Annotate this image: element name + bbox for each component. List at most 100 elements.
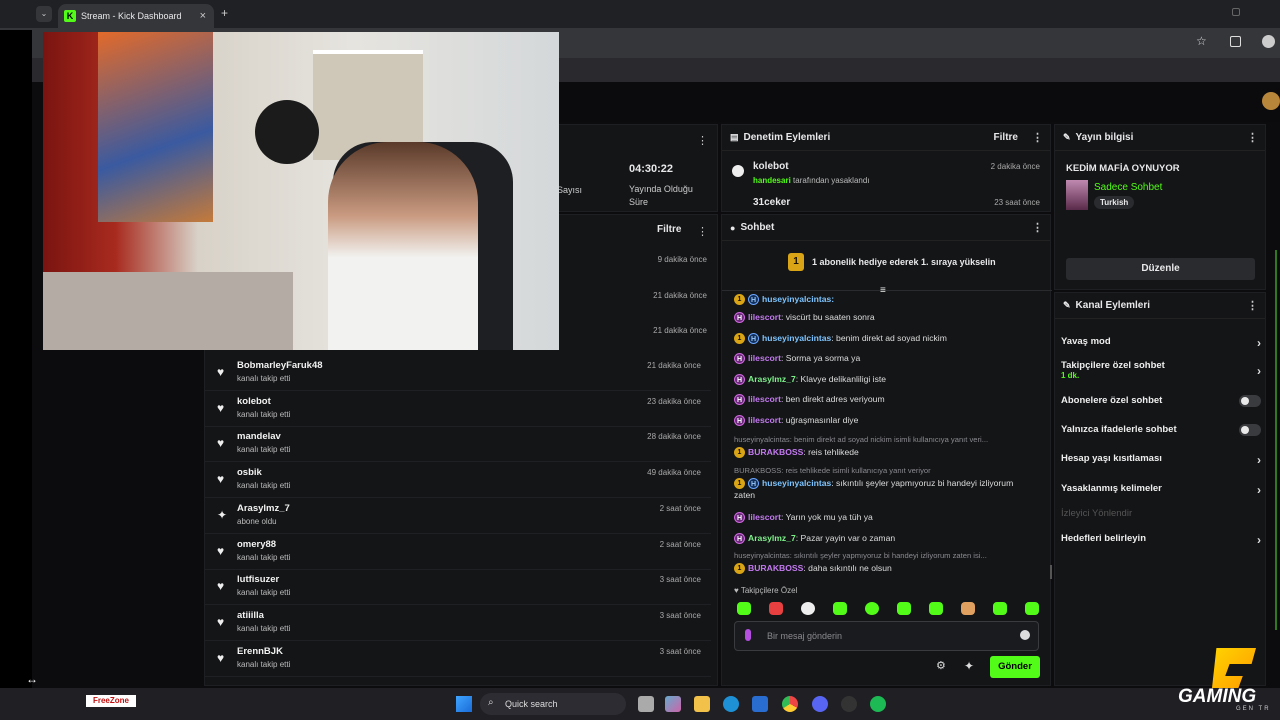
avatar[interactable] bbox=[1262, 92, 1280, 110]
emote-icon[interactable] bbox=[737, 602, 751, 615]
feed-filter-button[interactable]: Filtre bbox=[657, 224, 681, 235]
feed-username[interactable]: lutfisuzer bbox=[237, 574, 279, 585]
mod-user[interactable]: 31ceker bbox=[753, 197, 790, 208]
emote-icon[interactable] bbox=[833, 602, 847, 615]
chat-scrollbar[interactable] bbox=[1050, 565, 1052, 579]
browser-tab[interactable]: K Stream - Kick Dashboard × bbox=[58, 4, 214, 28]
file-explorer-icon[interactable] bbox=[694, 696, 710, 712]
edit-button[interactable]: Düzenle bbox=[1066, 258, 1255, 280]
emoji-icon[interactable] bbox=[1020, 630, 1030, 640]
bookmark-star-icon[interactable]: ☆ bbox=[1196, 34, 1207, 48]
obs-icon[interactable] bbox=[841, 696, 857, 712]
feed-item[interactable]: ♥ ErennBJK kanalı takip etti 3 saat önce bbox=[205, 641, 711, 677]
feed-username[interactable]: ErennBJK bbox=[237, 646, 283, 657]
subs-chat-action[interactable]: Abonelere özel sohbet bbox=[1061, 395, 1261, 407]
chat-username[interactable]: BURAKBOSS bbox=[748, 563, 803, 573]
emotes-chat-action[interactable]: Yalnızca ifadelerle sohbet bbox=[1061, 424, 1261, 436]
feed-item[interactable]: ♥ omery88 kanalı takip etti 2 saat önce bbox=[205, 534, 711, 570]
tab-close-icon[interactable]: × bbox=[200, 10, 206, 22]
chat-username[interactable]: Arasylmz_7 bbox=[748, 374, 796, 384]
channel-actions-menu-icon[interactable]: ⋮ bbox=[1247, 299, 1258, 312]
gift-leaderboard-banner[interactable]: 1 abonelik hediye ederek 1. sıraya yükse… bbox=[812, 257, 996, 267]
feed-username[interactable]: kolebot bbox=[237, 396, 271, 407]
emote-icon[interactable] bbox=[865, 602, 879, 615]
settings-gear-icon[interactable]: ⚙ bbox=[936, 659, 946, 672]
stats-menu-icon[interactable]: ⋮ bbox=[697, 131, 708, 149]
chat-username[interactable]: lilescort bbox=[748, 394, 781, 404]
feed-time: 49 dakika önce bbox=[647, 468, 701, 478]
copilot-icon[interactable] bbox=[665, 696, 681, 712]
discord-icon[interactable] bbox=[812, 696, 828, 712]
feed-menu-icon[interactable]: ⋮ bbox=[697, 222, 708, 240]
feed-item[interactable]: ✦ Arasylmz_7 abone oldu 2 saat önce bbox=[205, 498, 711, 534]
edge-icon[interactable] bbox=[723, 696, 739, 712]
age-restriction-action[interactable]: Hesap yaşı kısıtlaması › bbox=[1061, 453, 1261, 467]
chat-username[interactable]: lilescort bbox=[748, 415, 781, 425]
feed-action: kanalı takip etti bbox=[237, 552, 291, 562]
chat-username[interactable]: huseyinyalcintas: bbox=[762, 294, 834, 304]
mod-user[interactable]: kolebot bbox=[753, 161, 789, 172]
subs-chat-toggle[interactable] bbox=[1239, 395, 1261, 407]
chat-username[interactable]: BURAKBOSS bbox=[748, 447, 803, 457]
emote-icon[interactable] bbox=[993, 602, 1007, 615]
search-label: Quick search bbox=[505, 699, 558, 709]
emote-icon[interactable] bbox=[961, 602, 975, 615]
moderation-menu-icon[interactable]: ⋮ bbox=[1032, 131, 1043, 144]
feed-username[interactable]: mandelav bbox=[237, 431, 281, 442]
feed-item[interactable]: ♥ kolebot kanalı takip etti 23 dakika önce bbox=[205, 391, 711, 427]
chat-username[interactable]: lilescort bbox=[748, 353, 781, 363]
extensions-icon[interactable] bbox=[1230, 36, 1241, 47]
chrome-icon[interactable] bbox=[782, 696, 798, 712]
emote-picker-icon[interactable]: ✦ bbox=[964, 659, 974, 673]
category-name[interactable]: Sadece Sohbet bbox=[1094, 182, 1162, 193]
chat-header: ● Sohbet ⋮ bbox=[722, 215, 1050, 241]
feed-username[interactable]: osbik bbox=[237, 467, 262, 478]
task-view-icon[interactable] bbox=[638, 696, 654, 712]
feed-username[interactable]: omery88 bbox=[237, 539, 276, 550]
feed-item[interactable]: ♥ osbik kanalı takip etti 49 dakika önce bbox=[205, 462, 711, 499]
feed-item[interactable]: ♥ mandelav kanalı takip etti 28 dakika önce bbox=[205, 426, 711, 463]
chat-input[interactable]: Bir mesaj gönderin bbox=[734, 621, 1039, 651]
chat-username[interactable]: huseyinyalcintas bbox=[762, 333, 831, 343]
minimize-icon[interactable] bbox=[1232, 8, 1240, 16]
stream-info-menu-icon[interactable]: ⋮ bbox=[1247, 131, 1258, 144]
tab-list-button[interactable]: ⌄ bbox=[36, 6, 52, 22]
reply-indicator: huseyinyalcintas: benim direkt ad soyad … bbox=[734, 435, 989, 444]
chat-username[interactable]: huseyinyalcintas bbox=[762, 478, 831, 488]
feed-username[interactable]: atiiilla bbox=[237, 610, 264, 621]
profile-icon[interactable] bbox=[1262, 35, 1275, 48]
emote-icon[interactable] bbox=[929, 602, 943, 615]
set-goals-action[interactable]: Hedefleri belirleyin › bbox=[1061, 533, 1261, 547]
moderation-filter-button[interactable]: Filtre bbox=[994, 132, 1018, 143]
emotes-chat-toggle[interactable] bbox=[1239, 424, 1261, 436]
slow-mode-action[interactable]: Yavaş mod › bbox=[1061, 336, 1261, 350]
feed-item[interactable]: ♥ atiiilla kanalı takip etti 3 saat önce bbox=[205, 605, 711, 641]
windows-start-icon[interactable] bbox=[456, 696, 472, 712]
chat-username[interactable]: lilescort bbox=[748, 312, 781, 322]
taskbar-search[interactable]: ⌕ Quick search bbox=[480, 693, 626, 715]
store-icon[interactable] bbox=[752, 696, 768, 712]
send-button[interactable]: Gönder bbox=[990, 656, 1040, 678]
chat-menu-icon[interactable]: ⋮ bbox=[1032, 221, 1043, 234]
emote-icon[interactable] bbox=[897, 602, 911, 615]
moderation-panel: ▤ Denetim Eylemleri Filtre ⋮ kolebot han… bbox=[721, 124, 1051, 212]
spotify-icon[interactable] bbox=[870, 696, 886, 712]
new-tab-button[interactable]: + bbox=[221, 6, 228, 20]
channel-actions-title: Kanal Eylemleri bbox=[1075, 300, 1151, 311]
banned-words-action[interactable]: Yasaklanmış kelimeler › bbox=[1061, 483, 1261, 497]
mod-by[interactable]: handesari bbox=[753, 176, 791, 185]
emote-icon[interactable] bbox=[1025, 602, 1039, 615]
emote-icon[interactable] bbox=[769, 602, 783, 615]
feed-item[interactable]: ♥ BobmarleyFaruk48 kanalı takip etti 21 dak… bbox=[205, 355, 711, 391]
chat-username[interactable]: Arasylmz_7 bbox=[748, 533, 796, 543]
feed-username[interactable]: Arasylmz_7 bbox=[237, 503, 290, 514]
feed-username[interactable]: BobmarleyFaruk48 bbox=[237, 360, 323, 371]
emote-icon[interactable] bbox=[801, 602, 815, 615]
channel-actions-panel: ✎ Kanal Eylemleri ⋮ Yavaş mod › Takipçile… bbox=[1054, 292, 1266, 686]
followers-chat-action[interactable]: Takipçilere özel sohbet 1 dk. › bbox=[1061, 360, 1261, 380]
mic-icon[interactable] bbox=[745, 629, 751, 641]
chat-username[interactable]: lilescort bbox=[748, 512, 781, 522]
stream-preview-video[interactable] bbox=[43, 32, 559, 350]
action-label: İzleyici Yönlendir bbox=[1061, 508, 1133, 519]
feed-item[interactable]: ♥ lutfisuzer kanalı takip etti 3 saat önce bbox=[205, 569, 711, 606]
